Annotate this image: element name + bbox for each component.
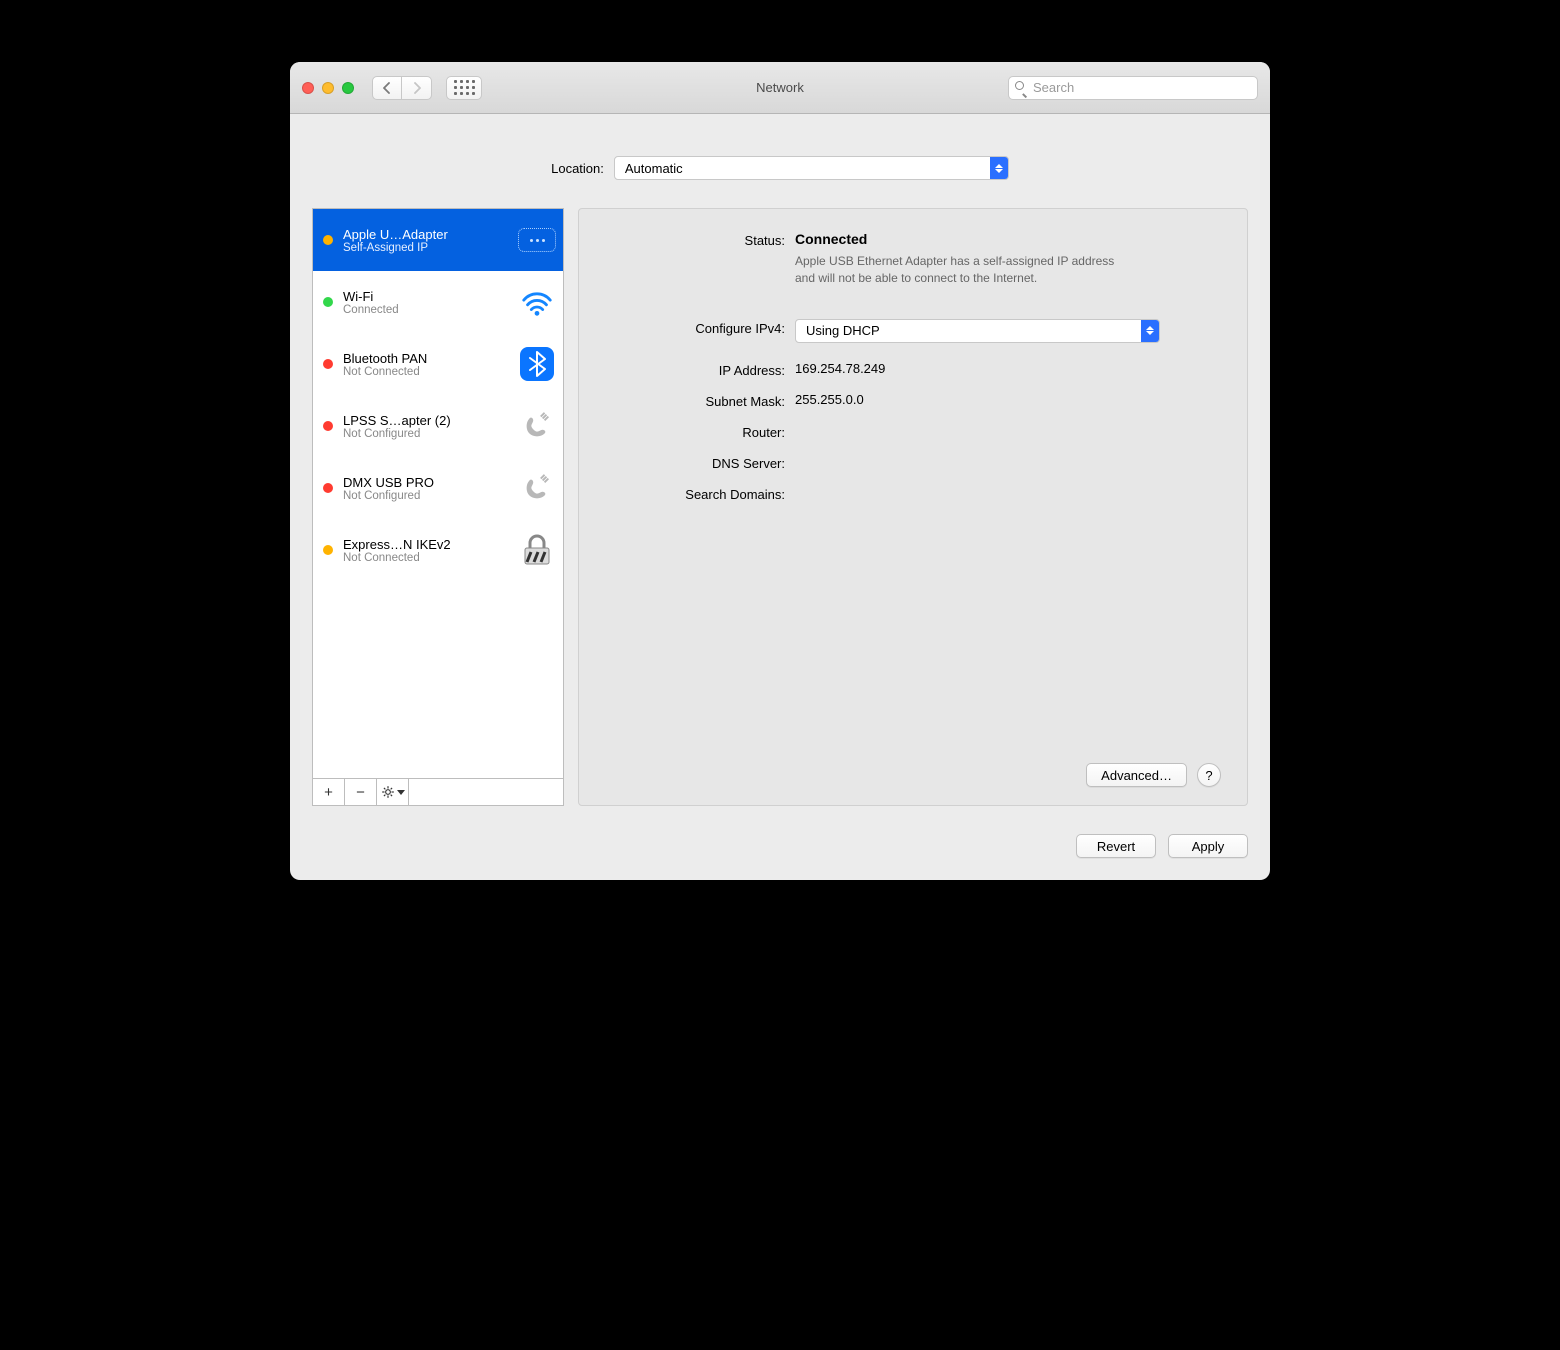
wifi-icon [519,284,555,320]
titlebar: Network [290,62,1270,114]
advanced-button[interactable]: Advanced… [1086,763,1187,787]
status-row: Status: Connected Apple USB Ethernet Ada… [597,231,1221,287]
service-item-dmx-usb-pro[interactable]: DMX USB PRO Not Configured [313,457,563,519]
service-name: Bluetooth PAN [343,351,509,366]
select-chevrons-icon [1141,320,1159,342]
zoom-button[interactable] [342,82,354,94]
location-select[interactable]: Automatic [614,156,1009,180]
ip-address-value: 169.254.78.249 [795,361,1221,376]
status-dot-icon [323,235,333,245]
service-name: Express…N IKEv2 [343,537,509,552]
ip-address-row: IP Address: 169.254.78.249 [597,361,1221,378]
ethernet-icon [519,222,555,258]
sidebar-actions-spacer [409,779,563,805]
nav-buttons [372,76,432,100]
subnet-mask-value: 255.255.0.0 [795,392,1221,407]
gear-icon [381,785,395,799]
configure-ipv4-select[interactable]: Using DHCP [795,319,1160,343]
router-label: Router: [597,423,795,440]
sidebar: Apple U…Adapter Self-Assigned IP Wi-Fi C… [312,208,564,806]
phone-icon [519,470,555,506]
detail-footer: Advanced… ? [597,763,1221,787]
service-item-bluetooth-pan[interactable]: Bluetooth PAN Not Connected [313,333,563,395]
status-dot-icon [323,545,333,555]
status-dot-icon [323,359,333,369]
add-service-button[interactable]: + [313,779,345,805]
service-status: Not Configured [343,490,509,502]
revert-button[interactable]: Revert [1076,834,1156,858]
service-name: Wi-Fi [343,289,509,304]
traffic-lights [302,82,354,94]
dns-server-label: DNS Server: [597,454,795,471]
location-label: Location: [551,161,604,176]
sidebar-actions: + − [312,778,564,806]
service-item-apple-usb-adapter[interactable]: Apple U…Adapter Self-Assigned IP [313,209,563,271]
close-button[interactable] [302,82,314,94]
status-description: Apple USB Ethernet Adapter has a self-as… [795,253,1115,287]
subnet-mask-label: Subnet Mask: [597,392,795,409]
remove-service-button[interactable]: − [345,779,377,805]
apply-button[interactable]: Apply [1168,834,1248,858]
content: Location: Automatic Apple U…Adapter Self… [290,114,1270,880]
service-name: Apple U…Adapter [343,227,509,242]
status-dot-icon [323,483,333,493]
status-label: Status: [597,231,795,248]
bluetooth-icon [519,346,555,382]
minimize-button[interactable] [322,82,334,94]
configure-ipv4-label: Configure IPv4: [597,319,795,336]
service-item-wifi[interactable]: Wi-Fi Connected [313,271,563,333]
bottom-buttons: Revert Apply [312,834,1248,858]
service-name: LPSS S…apter (2) [343,413,509,428]
phone-icon [519,408,555,444]
network-preferences-window: Network Location: Automatic [290,62,1270,880]
main-row: Apple U…Adapter Self-Assigned IP Wi-Fi C… [312,208,1248,806]
search-domains-label: Search Domains: [597,485,795,502]
select-chevrons-icon [990,157,1008,179]
service-item-lpss-serial[interactable]: LPSS S…apter (2) Not Configured [313,395,563,457]
search-field-wrap[interactable] [1008,76,1258,100]
dns-server-row: DNS Server: [597,454,1221,471]
configure-ipv4-row: Configure IPv4: Using DHCP [597,319,1221,343]
chevron-down-icon [397,790,405,795]
ip-address-label: IP Address: [597,361,795,378]
search-input[interactable] [1033,80,1251,95]
search-domains-row: Search Domains: [597,485,1221,502]
show-all-button[interactable] [446,76,482,100]
status-value: Connected [795,231,1221,247]
service-name: DMX USB PRO [343,475,509,490]
forward-button[interactable] [402,76,432,100]
service-status: Not Connected [343,552,509,564]
service-list: Apple U…Adapter Self-Assigned IP Wi-Fi C… [312,208,564,778]
service-status: Self-Assigned IP [343,242,509,254]
service-actions-menu[interactable] [377,779,409,805]
service-status: Not Connected [343,366,509,378]
service-status: Connected [343,304,509,316]
lock-icon [519,532,555,568]
location-row: Location: Automatic [312,156,1248,180]
service-item-expressvpn[interactable]: Express…N IKEv2 Not Connected [313,519,563,581]
subnet-mask-row: Subnet Mask: 255.255.0.0 [597,392,1221,409]
grid-icon [454,80,475,95]
status-dot-icon [323,421,333,431]
router-row: Router: [597,423,1221,440]
status-dot-icon [323,297,333,307]
search-icon [1015,81,1027,94]
detail-panel: Status: Connected Apple USB Ethernet Ada… [578,208,1248,806]
help-button[interactable]: ? [1197,763,1221,787]
service-status: Not Configured [343,428,509,440]
back-button[interactable] [372,76,402,100]
configure-ipv4-value: Using DHCP [796,323,890,338]
location-value: Automatic [615,161,693,176]
